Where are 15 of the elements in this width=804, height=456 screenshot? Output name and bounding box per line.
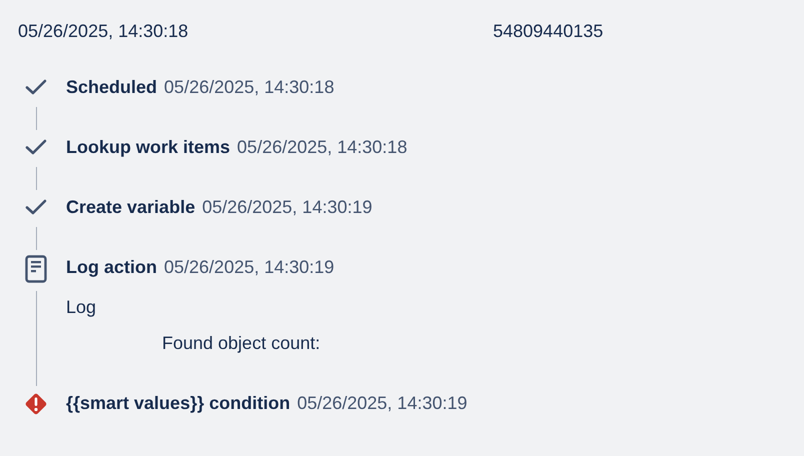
step-time: 05/26/2025, 14:30:19 [164,257,334,277]
log-message: Found object count: [162,332,322,354]
step-time: 05/26/2025, 14:30:19 [297,393,468,413]
step-title: {{smart values}} condition [66,393,290,413]
step-time: 05/26/2025, 14:30:18 [237,137,408,157]
step-title: Create variable [66,197,196,217]
step-title: Log action [66,257,157,277]
audit-timestamp: 05/26/2025, 14:30:18 [18,20,190,42]
step-title: Lookup work items [66,137,230,157]
audit-id: 54809440135 [493,20,604,42]
step-time: 05/26/2025, 14:30:19 [202,197,372,217]
document-icon [24,255,48,283]
step-time: 05/26/2025, 14:30:18 [164,77,334,97]
step-title: Scheduled [66,77,158,97]
log-label: Log [66,296,98,318]
